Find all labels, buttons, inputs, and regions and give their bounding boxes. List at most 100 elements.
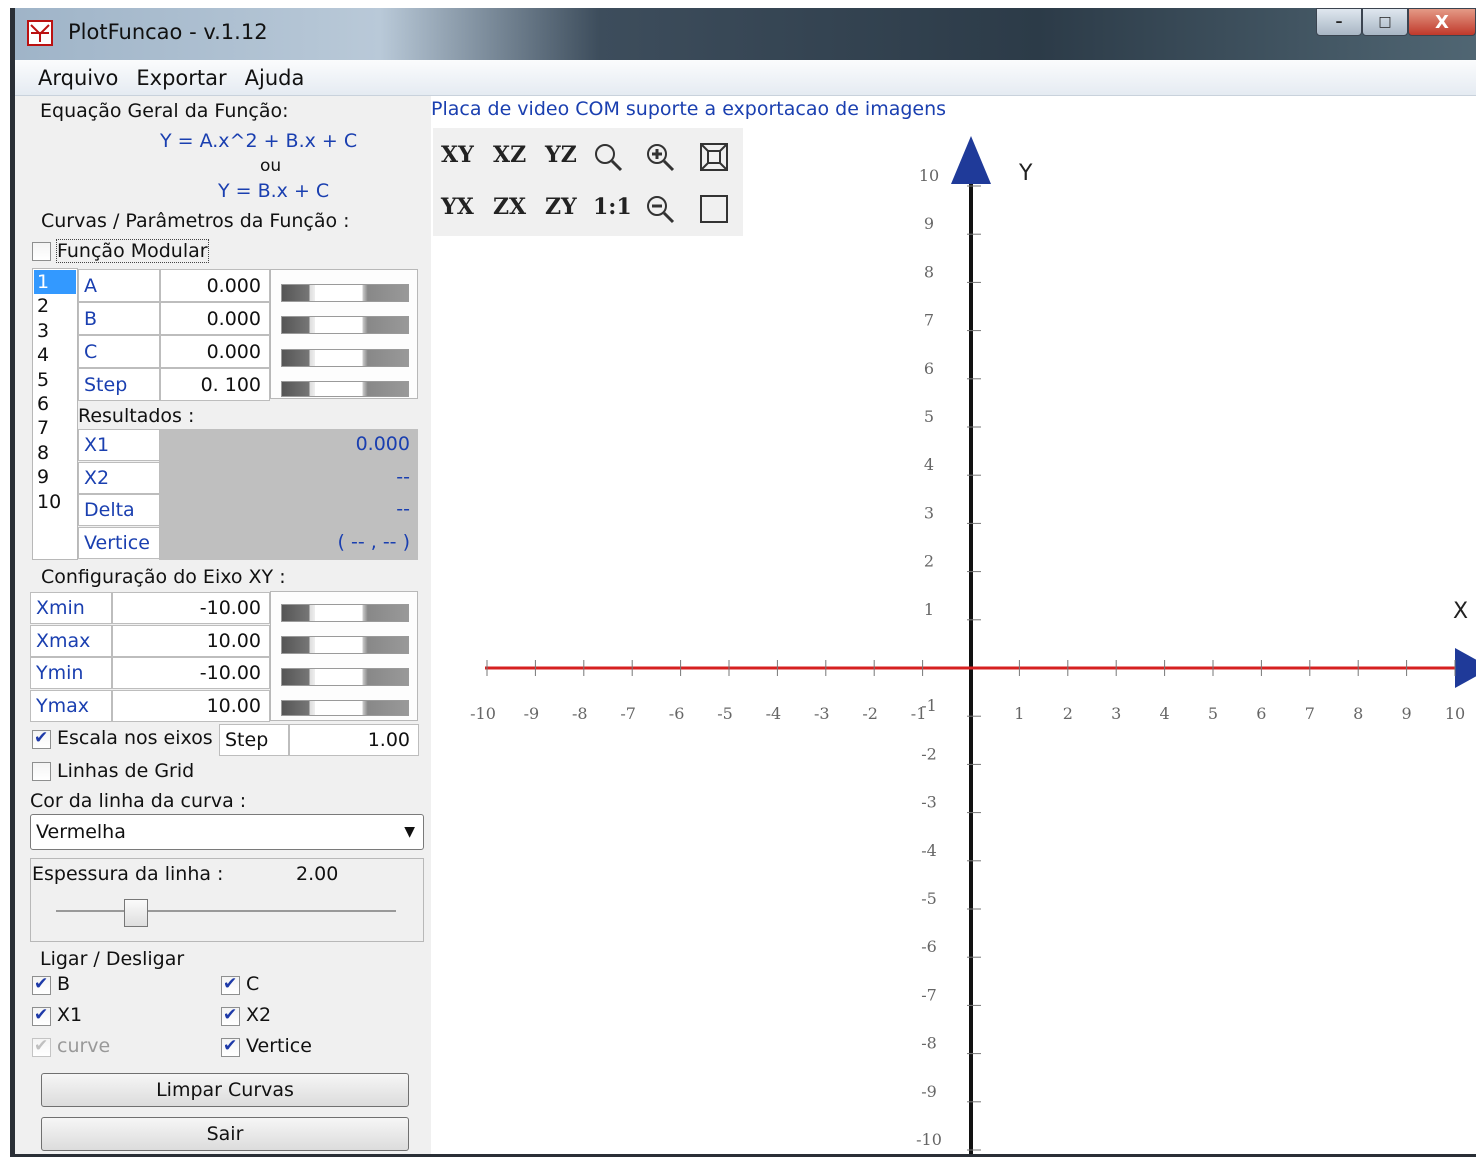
- close-button[interactable]: X: [1408, 8, 1476, 36]
- curve-list-item[interactable]: 5: [34, 368, 76, 392]
- param-c-label: C: [78, 335, 160, 368]
- y-tick-label: 6: [924, 359, 934, 378]
- x-tick-label: -2: [862, 704, 878, 723]
- toggle-curve-checkbox[interactable]: [32, 1036, 51, 1057]
- toggle-curve-label: curve: [57, 1035, 111, 1057]
- step-input[interactable]: 1.00: [289, 724, 419, 756]
- curve-list-item[interactable]: 6: [34, 392, 76, 416]
- x-tick-label: -7: [620, 704, 636, 723]
- result-x1-label: X1: [78, 429, 160, 461]
- y-tick-label: -7: [921, 985, 937, 1004]
- ymin-slider[interactable]: [281, 668, 409, 686]
- x-tick-label: 5: [1208, 704, 1218, 723]
- scale-checkbox[interactable]: [32, 728, 51, 749]
- param-step-label: Step: [78, 368, 160, 401]
- y-tick-label: -10: [916, 1130, 942, 1149]
- y-tick-label: -9: [921, 1082, 937, 1101]
- xmin-label: Xmin: [30, 592, 112, 624]
- line-color-value: Vermelha: [36, 821, 126, 843]
- thickness-slider-thumb[interactable]: [124, 899, 148, 927]
- x-tick-label: -6: [669, 704, 685, 723]
- curve-list-item[interactable]: 2: [34, 294, 76, 318]
- param-b-label: B: [78, 302, 160, 335]
- step-slider[interactable]: [281, 381, 409, 397]
- result-x2-value: --: [396, 465, 410, 488]
- curve-list-item[interactable]: 1: [34, 270, 76, 294]
- x-tick-label: -5: [717, 704, 733, 723]
- line-color-select[interactable]: Vermelha ▼: [30, 814, 424, 850]
- toggle-b-checkbox[interactable]: [32, 974, 51, 995]
- thickness-value: 2.00: [296, 863, 339, 885]
- ymin-input[interactable]: -10.00: [112, 657, 270, 689]
- x-tick-label: 10: [1445, 704, 1465, 723]
- curve-list-item[interactable]: 8: [34, 441, 76, 465]
- y-tick-label: 3: [924, 503, 934, 522]
- left-panel: Equação Geral da Função: Y = A.x^2 + B.x…: [15, 96, 431, 1154]
- y-tick-label: -4: [921, 841, 937, 860]
- toggle-vertice-label: Vertice: [246, 1035, 312, 1057]
- curve-list[interactable]: 1 2 3 4 5 6 7 8 9 10: [32, 268, 78, 560]
- toggle-x1-checkbox[interactable]: [32, 1005, 51, 1026]
- toggle-c-checkbox[interactable]: [221, 974, 240, 995]
- chevron-down-icon: ▼: [404, 824, 415, 840]
- curves-heading: Curvas / Parâmetros da Função :: [41, 210, 350, 232]
- menu-bar: Arquivo Exportar Ajuda: [15, 60, 1476, 96]
- ymax-slider[interactable]: [281, 700, 409, 716]
- result-vertice-label: Vertice: [78, 526, 160, 559]
- x-tick-label: 6: [1256, 704, 1266, 723]
- xmin-input[interactable]: -10.00: [112, 592, 270, 624]
- menu-ajuda[interactable]: Ajuda: [245, 66, 305, 90]
- x-tick-label: -4: [766, 704, 782, 723]
- b-slider[interactable]: [281, 316, 409, 334]
- minimize-button[interactable]: –: [1316, 8, 1362, 36]
- grid-checkbox[interactable]: [32, 762, 51, 781]
- x-tick-label: 9: [1402, 704, 1412, 723]
- curve-list-item[interactable]: 4: [34, 343, 76, 367]
- axis-config-heading: Configuração do Eixo XY :: [41, 566, 286, 588]
- equation-heading: Equação Geral da Função:: [40, 100, 289, 122]
- y-tick-label: 7: [924, 311, 934, 330]
- y-axis-arrow: [951, 136, 991, 184]
- result-delta-label: Delta: [78, 494, 160, 526]
- thickness-group: Espessura da linha : 2.00: [30, 858, 424, 942]
- x-tick-label: 8: [1353, 704, 1363, 723]
- menu-arquivo[interactable]: Arquivo: [38, 66, 118, 90]
- menu-exportar[interactable]: Exportar: [136, 66, 226, 90]
- equation-quadratic: Y = A.x^2 + B.x + C: [160, 130, 358, 152]
- modular-label: Função Modular: [56, 239, 209, 263]
- param-step-input[interactable]: 0. 100: [160, 368, 270, 401]
- equation-or: ou: [260, 156, 282, 176]
- exit-button[interactable]: Sair: [41, 1117, 409, 1151]
- x-tick-label: 7: [1305, 704, 1315, 723]
- line-color-label: Cor da linha da curva :: [30, 790, 247, 812]
- param-c-input[interactable]: 0.000: [160, 335, 270, 368]
- toggle-c-label: C: [246, 973, 260, 995]
- ymax-label: Ymax: [30, 689, 112, 722]
- curve-list-item[interactable]: 10: [34, 490, 76, 514]
- xmax-slider[interactable]: [281, 636, 409, 654]
- step-label: Step: [219, 724, 289, 756]
- y-axis-label: Y: [1018, 161, 1033, 186]
- param-b-input[interactable]: 0.000: [160, 302, 270, 335]
- curve-list-item[interactable]: 3: [34, 319, 76, 343]
- equation-linear: Y = B.x + C: [218, 180, 330, 202]
- curve-list-item[interactable]: 9: [34, 465, 76, 489]
- xmax-input[interactable]: 10.00: [112, 624, 270, 657]
- title-bar[interactable]: PlotFuncao - v.1.12 – □ X: [15, 8, 1476, 60]
- y-tick-label: 8: [924, 262, 934, 281]
- y-tick-label: -8: [921, 1034, 937, 1053]
- y-tick-label: 2: [924, 552, 934, 571]
- xmin-slider[interactable]: [281, 604, 409, 622]
- c-slider[interactable]: [281, 349, 409, 367]
- maximize-button[interactable]: □: [1362, 8, 1408, 36]
- toggle-x2-checkbox[interactable]: [221, 1005, 240, 1026]
- plot-area[interactable]: Placa de video COM suporte a exportacao …: [431, 96, 1476, 1154]
- clear-curves-button[interactable]: Limpar Curvas: [41, 1073, 409, 1107]
- toggle-vertice-checkbox[interactable]: [221, 1036, 240, 1057]
- curve-list-item[interactable]: 7: [34, 416, 76, 440]
- thickness-label: Espessura da linha :: [32, 863, 224, 885]
- ymax-input[interactable]: 10.00: [112, 689, 270, 722]
- modular-checkbox[interactable]: [32, 242, 51, 261]
- a-slider[interactable]: [281, 284, 409, 302]
- param-a-input[interactable]: 0.000: [160, 269, 270, 302]
